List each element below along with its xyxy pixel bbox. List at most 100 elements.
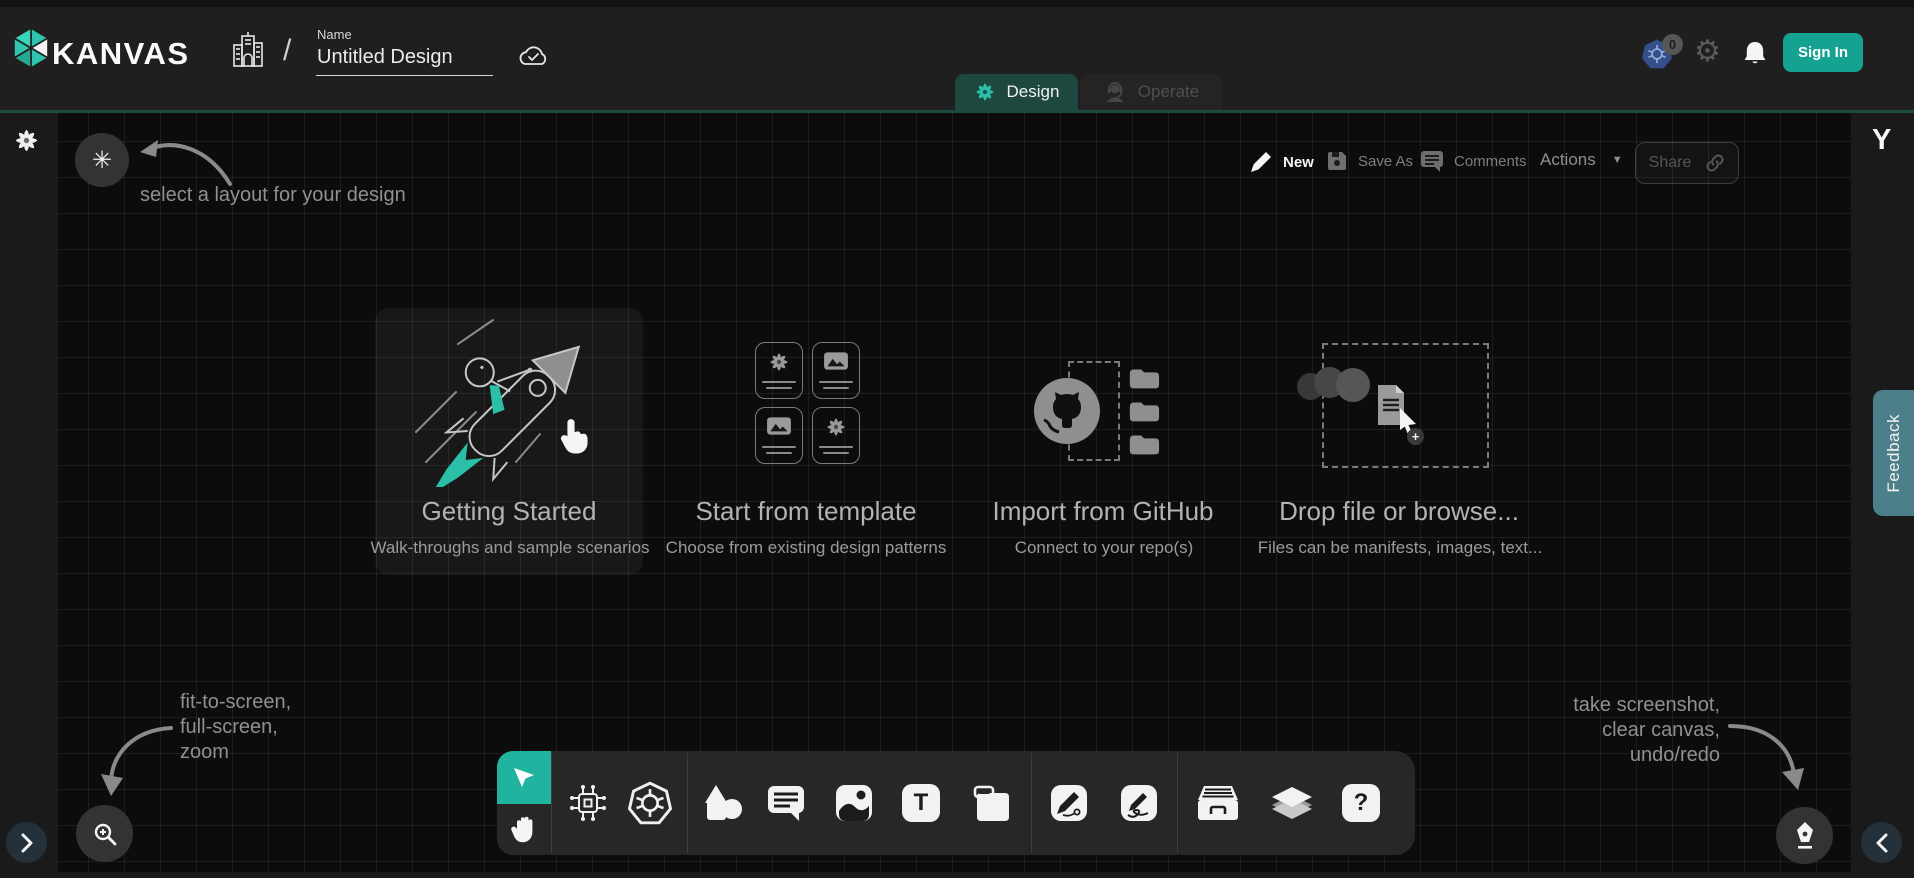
select-tool-button[interactable] [497, 751, 551, 804]
kanvas-app: KANVAS / Name Design [0, 0, 1914, 878]
hint-clear-canvas: clear canvas, [1520, 719, 1720, 742]
share-label: Share [1649, 154, 1692, 172]
shapes-tool[interactable] [701, 783, 743, 823]
rocket-doodle [398, 312, 628, 487]
pen-tool[interactable] [1049, 783, 1089, 823]
app-spinner-icon [13, 127, 40, 154]
help-tool[interactable]: ? [1342, 784, 1380, 822]
operate-tab-headset-icon [1103, 80, 1127, 104]
repo-folder-icon [1128, 432, 1160, 456]
toolbar-divider [1031, 753, 1032, 853]
feedback-tab[interactable]: Feedback [1873, 390, 1914, 516]
y-panel-button[interactable]: Y [1872, 124, 1891, 157]
toolbar-divider [687, 753, 688, 853]
pencil-scribble-icon [1119, 783, 1159, 823]
breadcrumb-slash: / [283, 34, 305, 66]
share-button[interactable]: Share [1635, 142, 1739, 184]
pencil-icon [1249, 150, 1273, 174]
template-tile [812, 342, 860, 399]
flower-icon [825, 416, 847, 438]
zoom-button[interactable] [76, 805, 133, 862]
archive-tool[interactable] [1196, 784, 1240, 822]
comment-tool[interactable] [766, 784, 806, 822]
notifications-bell-button[interactable] [1742, 40, 1768, 68]
text-tool[interactable]: T [902, 784, 940, 822]
new-button[interactable]: New [1249, 150, 1314, 174]
pen-nib-icon [1792, 821, 1818, 851]
layers-icon [1270, 783, 1314, 823]
hint-fit-to-screen: fit-to-screen, [180, 691, 291, 714]
text-tool-icon: T [902, 784, 940, 822]
operate-tab-label: Operate [1138, 82, 1199, 102]
card-title: Start from template [695, 496, 916, 527]
actions-dropdown[interactable]: Actions ▼ [1540, 150, 1623, 170]
asterisk-icon: ✳ [92, 146, 112, 175]
design-name-label: Name [317, 27, 352, 42]
hint-full-screen: full-screen, [180, 716, 278, 739]
pan-tool-button[interactable] [497, 804, 551, 855]
kubernetes-tool[interactable] [628, 781, 672, 825]
sign-in-button[interactable]: Sign In [1783, 33, 1863, 72]
hint-take-screenshot: take screenshot, [1520, 694, 1720, 717]
kanvas-logo-icon [12, 26, 50, 70]
expand-left-panel-button[interactable] [6, 822, 47, 863]
pen-hint-arrow [1728, 718, 1806, 796]
drop-dot [1336, 368, 1370, 402]
hint-undo-redo: undo/redo [1520, 744, 1720, 767]
tab-design[interactable]: Design [955, 74, 1078, 110]
card-title: Getting Started [422, 496, 597, 527]
chevron-right-icon [20, 833, 34, 853]
card-title: Import from GitHub [992, 496, 1213, 527]
magnifier-plus-icon [92, 821, 118, 847]
app-header: KANVAS / Name Design [0, 0, 1914, 110]
pen-annotate-button[interactable] [1776, 807, 1833, 864]
help-icon: ? [1342, 784, 1380, 822]
sticky-note-tool[interactable] [971, 783, 1011, 823]
feedback-label: Feedback [1884, 414, 1904, 493]
card-subtitle: Connect to your repo(s) [1015, 538, 1194, 558]
expand-right-panel-button[interactable] [1861, 822, 1902, 863]
chip-network-icon [567, 782, 609, 824]
settings-gear-button[interactable]: ⚙ [1694, 37, 1721, 67]
design-tab-flower-icon [974, 81, 996, 103]
hand-icon [510, 815, 538, 845]
hand-pointer-cursor [556, 416, 590, 454]
comments-label: Comments [1454, 153, 1527, 170]
github-octocat-icon [1033, 377, 1101, 445]
design-tab-label: Design [1007, 82, 1060, 102]
hint-zoom: zoom [180, 741, 229, 764]
cursor-arrow-icon [511, 765, 537, 791]
template-tile [755, 407, 803, 464]
pencil-draw-tool[interactable] [1119, 783, 1159, 823]
photo-icon [834, 783, 874, 823]
card-title: Drop file or browse... [1279, 496, 1519, 527]
template-tile [755, 342, 803, 399]
left-sidebar [0, 113, 58, 878]
image-tool[interactable] [834, 783, 874, 823]
card-subtitle: Choose from existing design patterns [666, 538, 947, 558]
drawer-icon [1196, 784, 1240, 822]
chevron-left-icon [1875, 833, 1889, 853]
cloud-sync-status-icon [517, 42, 549, 70]
image-icon [766, 416, 792, 436]
card-subtitle: Walk-throughs and sample scenarios [370, 538, 649, 558]
comments-button[interactable]: Comments [1420, 150, 1527, 172]
chevron-down-icon: ▼ [1612, 154, 1623, 166]
top-strip [0, 0, 1914, 7]
image-icon [823, 351, 849, 371]
tools-toolbar: T [497, 751, 1415, 855]
toolbar-divider [551, 753, 552, 853]
floppy-disk-icon [1326, 150, 1348, 172]
tab-operate[interactable]: Operate [1080, 74, 1222, 110]
microservice-node-tool[interactable] [567, 782, 609, 824]
shapes-icon [701, 783, 743, 823]
layers-tool[interactable] [1270, 783, 1314, 823]
actions-label: Actions [1540, 150, 1596, 170]
speech-bubble-icon [766, 784, 806, 822]
design-name-input[interactable] [316, 46, 493, 76]
kubernetes-count-badge: 0 [1662, 34, 1683, 55]
save-as-button[interactable]: Save As [1326, 150, 1413, 172]
organization-building-icon[interactable] [231, 31, 265, 69]
toolbar-divider [1177, 753, 1178, 853]
layout-picker-button[interactable]: ✳ [75, 133, 129, 187]
